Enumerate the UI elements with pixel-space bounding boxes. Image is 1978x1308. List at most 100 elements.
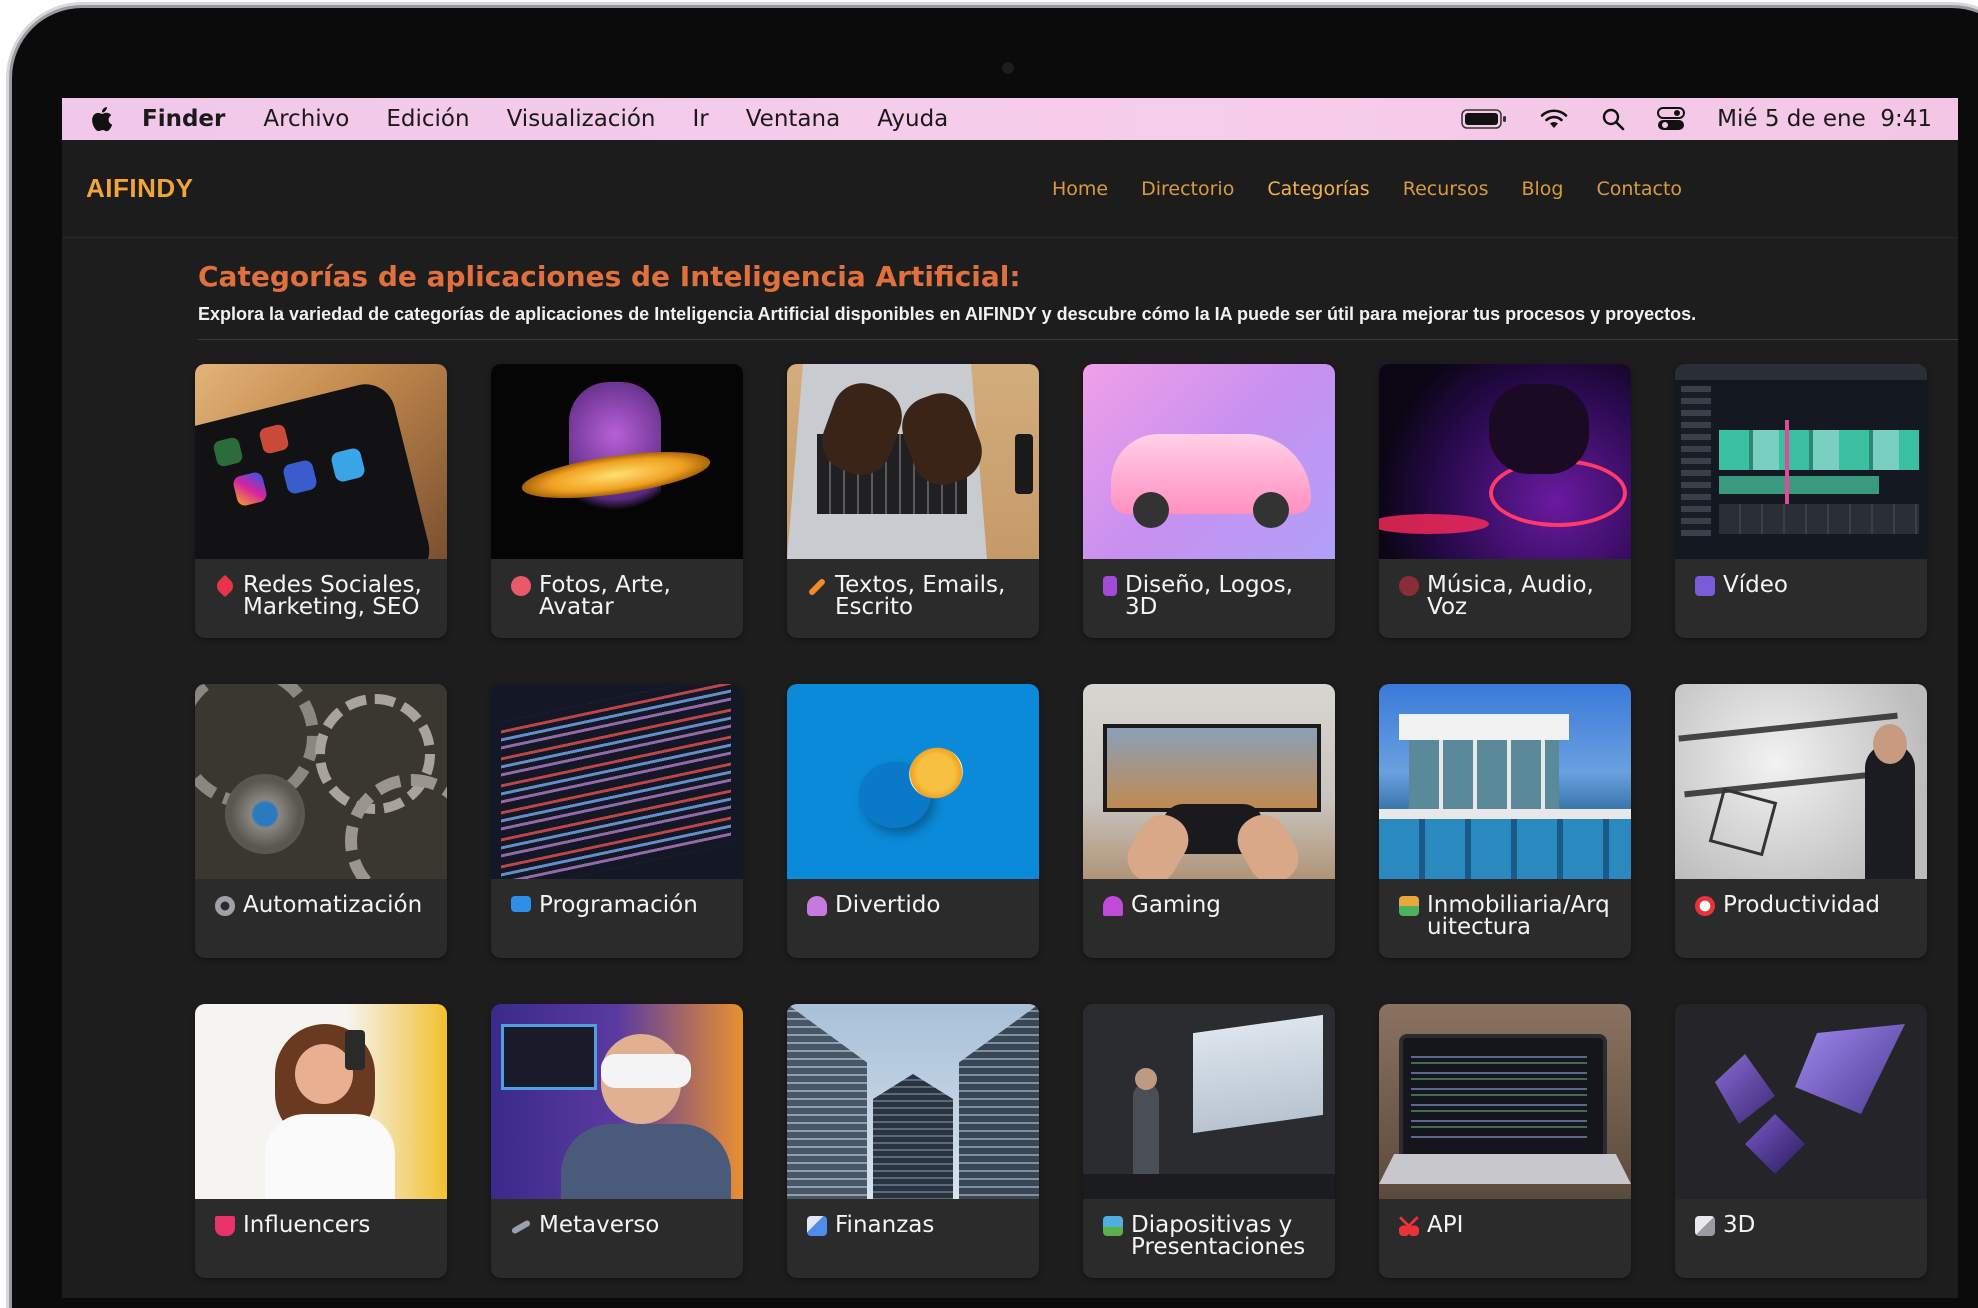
page-title: Categorías de aplicaciones de Inteligenc… (198, 260, 1021, 293)
category-image (787, 684, 1039, 879)
palette-icon (511, 576, 531, 596)
category-image (1379, 1004, 1631, 1199)
category-image (491, 684, 743, 879)
category-card-productividad[interactable]: Productividad (1675, 684, 1927, 958)
category-label: Redes Sociales, Marketing, SEO (243, 572, 422, 620)
category-label: 3D (1723, 1212, 1756, 1238)
category-label: Textos, Emails, Escrito (835, 572, 1006, 620)
menu-finder[interactable]: Finder (142, 106, 225, 132)
category-label: Música, Audio, Voz (1427, 572, 1594, 620)
category-image (1083, 1004, 1335, 1199)
clapper-icon (1695, 576, 1715, 596)
category-label: Productividad (1723, 892, 1881, 918)
category-image (787, 1004, 1039, 1199)
nav-blog[interactable]: Blog (1521, 178, 1563, 200)
divider (198, 339, 1958, 340)
category-card-api[interactable]: API (1379, 1004, 1631, 1278)
category-label: Diseño, Logos, 3D (1125, 572, 1293, 620)
category-card-3d[interactable]: 3D (1675, 1004, 1927, 1278)
camera-dot (1002, 62, 1014, 74)
telescope-icon (510, 1219, 532, 1235)
menu-ventana[interactable]: Ventana (746, 106, 840, 132)
category-image (491, 364, 743, 559)
category-label: Fotos, Arte, Avatar (539, 572, 671, 620)
page-content: Categorías de aplicaciones de Inteligenc… (62, 238, 1958, 1298)
rocket-icon (213, 574, 237, 598)
category-card-metaverso[interactable]: Metaverso (491, 1004, 743, 1278)
nav-directorio[interactable]: Directorio (1141, 178, 1234, 200)
category-image (1083, 684, 1335, 879)
category-label: API (1427, 1212, 1464, 1238)
menu-ayuda[interactable]: Ayuda (877, 106, 948, 132)
people-icon (807, 896, 827, 916)
menu-visualizacion[interactable]: Visualización (507, 106, 656, 132)
category-label: Metaverso (539, 1212, 660, 1238)
category-label: Vídeo (1723, 572, 1788, 598)
search-icon[interactable] (1601, 107, 1625, 131)
cube-icon (1695, 1216, 1715, 1236)
alarm-clock-icon (1695, 896, 1715, 916)
site-nav-links: Home Directorio Categorías Recursos Blog… (1052, 140, 1682, 237)
menu-ir[interactable]: Ir (692, 106, 708, 132)
nav-recursos[interactable]: Recursos (1403, 178, 1489, 200)
menu-edicion[interactable]: Edición (386, 106, 469, 132)
category-card-finanzas[interactable]: Finanzas (787, 1004, 1039, 1278)
cup-icon (215, 1216, 235, 1236)
category-image (195, 684, 447, 879)
category-card-diapositivas[interactable]: Diapositivas y Presentaciones (1083, 1004, 1335, 1278)
category-label: Automatización (243, 892, 423, 918)
category-card-automatizacion[interactable]: Automatización (195, 684, 447, 958)
category-image (1675, 364, 1927, 559)
category-image (491, 1004, 743, 1199)
control-center-icon[interactable] (1657, 107, 1686, 131)
category-label: Programación (539, 892, 698, 918)
category-label: Divertido (835, 892, 941, 918)
category-image (787, 364, 1039, 559)
category-image (1083, 364, 1335, 559)
mac-menubar: Finder Archivo Edición Visualización Ir … (62, 98, 1958, 140)
category-image (1379, 364, 1631, 559)
gear-icon (215, 896, 235, 916)
laptop-frame: Finder Archivo Edición Visualización Ir … (12, 8, 1978, 1308)
category-image (195, 1004, 447, 1199)
site-logo[interactable]: AIFINDY (86, 173, 194, 204)
joystick-icon (1103, 896, 1123, 916)
category-label: Finanzas (835, 1212, 935, 1238)
category-label: Gaming (1131, 892, 1221, 918)
menu-archivo[interactable]: Archivo (263, 106, 349, 132)
category-image (195, 364, 447, 559)
category-card-redes-sociales[interactable]: Redes Sociales, Marketing, SEO (195, 364, 447, 638)
category-card-gaming[interactable]: Gaming (1083, 684, 1335, 958)
category-card-inmobiliaria[interactable]: Inmobiliaria/Arquitectura (1379, 684, 1631, 958)
house-icon (1399, 896, 1419, 916)
screen: Finder Archivo Edición Visualización Ir … (62, 98, 1958, 1298)
page-subtitle: Explora la variedad de categorías de apl… (198, 304, 1697, 324)
computer-icon (511, 896, 531, 912)
category-card-fotos-arte[interactable]: Fotos, Arte, Avatar (491, 364, 743, 638)
music-icon (1399, 576, 1419, 596)
category-card-influencers[interactable]: Influencers (195, 1004, 447, 1278)
battery-icon[interactable] (1461, 108, 1507, 130)
category-card-programacion[interactable]: Programación (491, 684, 743, 958)
nav-categorias[interactable]: Categorías (1267, 178, 1369, 200)
apple-icon[interactable] (88, 105, 114, 133)
wifi-icon[interactable] (1539, 108, 1569, 130)
category-label: Diapositivas y Presentaciones (1131, 1212, 1306, 1260)
category-card-musica[interactable]: Música, Audio, Voz (1379, 364, 1631, 638)
scissors-icon (1399, 1216, 1419, 1236)
category-image (1675, 1004, 1927, 1199)
category-card-diseno[interactable]: Diseño, Logos, 3D (1083, 364, 1335, 638)
chart-icon (807, 1216, 827, 1236)
bookmark-icon (1103, 576, 1117, 596)
pencil-icon (807, 577, 827, 597)
category-card-video[interactable]: Vídeo (1675, 364, 1927, 638)
category-label: Inmobiliaria/Arquitectura (1427, 892, 1610, 940)
category-card-textos[interactable]: Textos, Emails, Escrito (787, 364, 1039, 638)
category-image (1379, 684, 1631, 879)
category-card-divertido[interactable]: Divertido (787, 684, 1039, 958)
nav-contacto[interactable]: Contacto (1596, 178, 1682, 200)
category-label: Influencers (243, 1212, 371, 1238)
picture-icon (1103, 1216, 1123, 1236)
nav-home[interactable]: Home (1052, 178, 1108, 200)
menubar-datetime[interactable]: Mié 5 de ene 9:41 (1717, 106, 1932, 132)
